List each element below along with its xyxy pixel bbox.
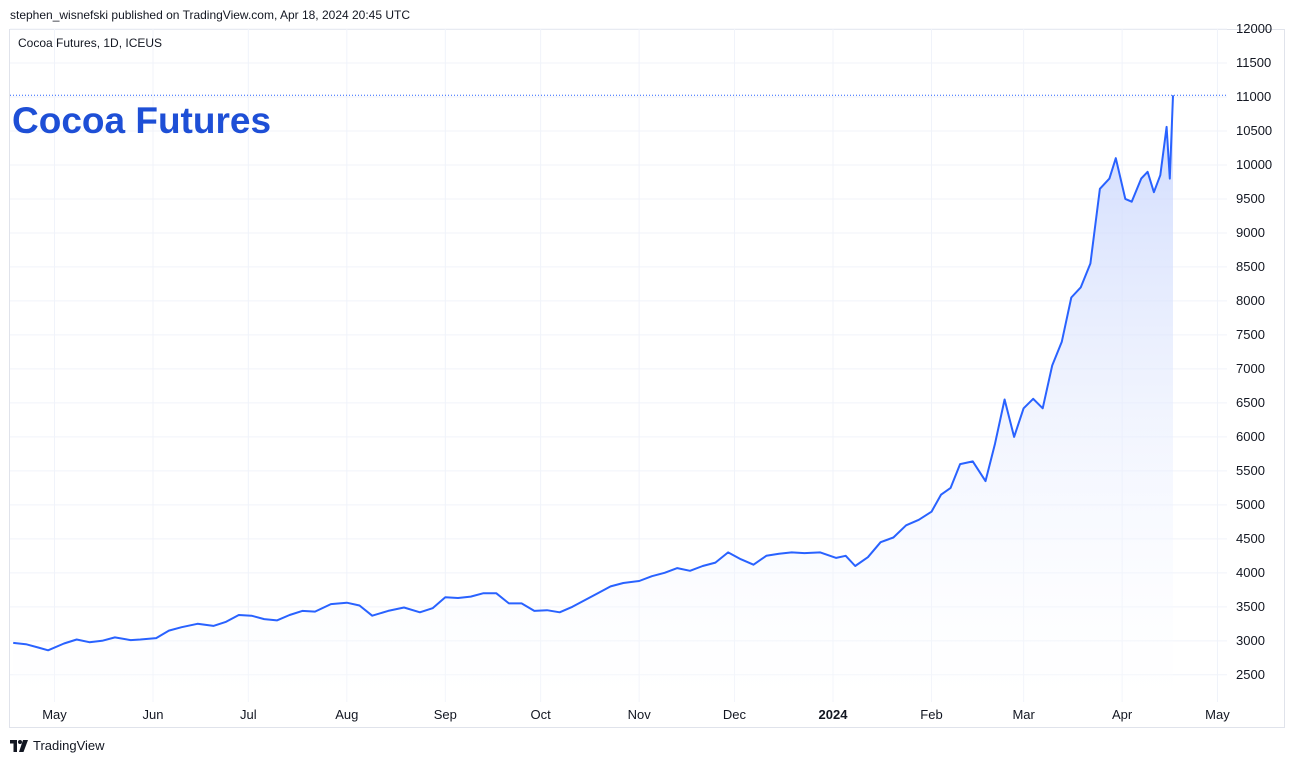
price-axis[interactable]: 2500 3000 3500 4000 4500 5000 5500 6000 6500 7000… <box>1236 21 1272 682</box>
y-tick-label: 8500 <box>1236 259 1265 274</box>
time-axis[interactable]: May Jun Jul Aug Sep Oct Nov Dec 2024 Feb Mar Apr May <box>42 707 1230 722</box>
x-tick-label: Feb <box>920 707 942 722</box>
symbol-label: Cocoa Futures, 1D, ICEUS <box>18 36 162 50</box>
price-chart[interactable]: 2500 3000 3500 4000 4500 5000 5500 6000 6500 7000… <box>0 0 1295 763</box>
x-tick-label: Aug <box>335 707 358 722</box>
y-tick-label: 6000 <box>1236 429 1265 444</box>
y-tick-label: 10500 <box>1236 123 1272 138</box>
y-tick-label: 4500 <box>1236 531 1265 546</box>
area-fill <box>13 95 1174 703</box>
x-tick-label: Sep <box>434 707 457 722</box>
x-tick-label: Mar <box>1012 707 1035 722</box>
y-tick-label: 4000 <box>1236 565 1265 580</box>
x-tick-label: Oct <box>531 707 552 722</box>
x-tick-label: Nov <box>628 707 652 722</box>
y-tick-label: 6500 <box>1236 395 1265 410</box>
brand-label: TradingView <box>33 738 105 753</box>
x-tick-label: 2024 <box>819 707 849 722</box>
x-tick-label: Dec <box>723 707 747 722</box>
tradingview-logo-icon <box>10 739 28 752</box>
x-tick-label: May <box>42 707 67 722</box>
y-tick-label: 8000 <box>1236 293 1265 308</box>
y-tick-label: 3000 <box>1236 633 1265 648</box>
y-tick-label: 7000 <box>1236 361 1265 376</box>
chart-title: Cocoa Futures <box>12 100 271 141</box>
y-tick-label: 5000 <box>1236 497 1265 512</box>
y-tick-label: 2500 <box>1236 667 1265 682</box>
y-tick-label: 12000 <box>1236 21 1272 36</box>
y-tick-label: 11500 <box>1236 55 1271 70</box>
y-tick-label: 3500 <box>1236 599 1265 614</box>
x-tick-label: Jul <box>240 707 257 722</box>
x-tick-label: May <box>1205 707 1230 722</box>
x-tick-label: Apr <box>1112 707 1133 722</box>
y-tick-label: 10000 <box>1236 157 1272 172</box>
y-tick-label: 5500 <box>1236 463 1265 478</box>
y-tick-label: 7500 <box>1236 327 1265 342</box>
tradingview-brand[interactable]: TradingView <box>10 738 105 753</box>
y-tick-label: 9000 <box>1236 225 1265 240</box>
y-tick-label: 9500 <box>1236 191 1265 206</box>
y-tick-label: 11000 <box>1236 89 1271 104</box>
x-tick-label: Jun <box>143 707 164 722</box>
